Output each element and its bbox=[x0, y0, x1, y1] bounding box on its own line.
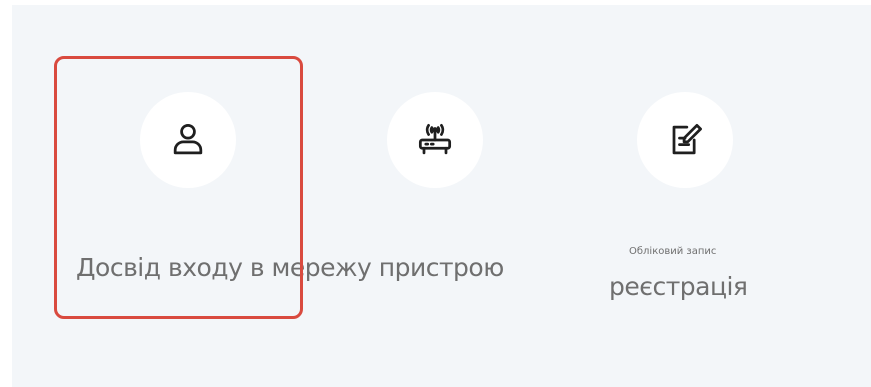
card-label: реєстрація bbox=[609, 272, 748, 301]
card-sublabel: Обліковий запис bbox=[629, 246, 717, 257]
router-icon bbox=[418, 123, 452, 155]
card-router[interactable] bbox=[330, 0, 540, 382]
card-device-network-login[interactable]: Досвід входу в мережу пристрою bbox=[54, 0, 504, 382]
icon-circle bbox=[387, 92, 483, 188]
register-edit-icon bbox=[672, 123, 702, 155]
card-account-registration[interactable]: Обліковий запис реєстрація bbox=[585, 0, 785, 382]
icon-circle bbox=[140, 92, 236, 188]
user-icon bbox=[173, 123, 203, 155]
icon-circle bbox=[637, 92, 733, 188]
